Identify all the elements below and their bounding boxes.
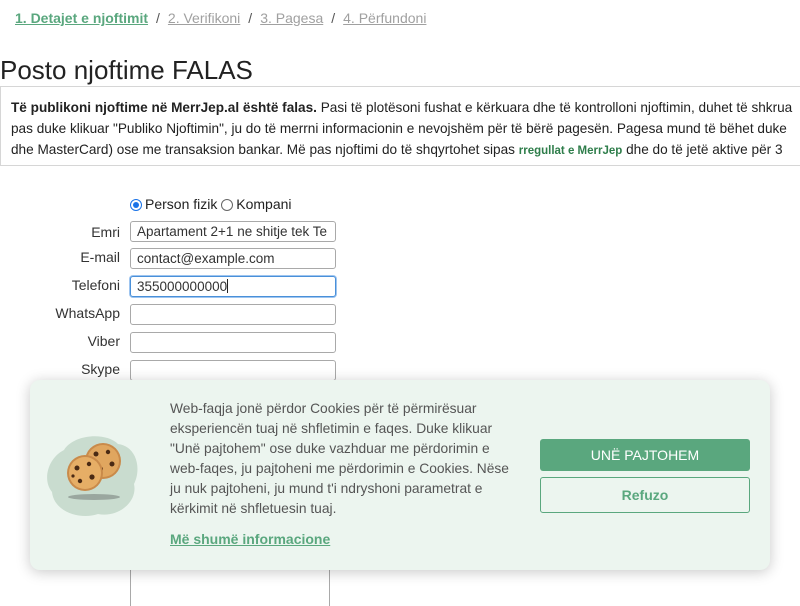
breadcrumb-step-payment[interactable]: 3. Pagesa	[260, 10, 323, 26]
info-box: Të publikoni njoftime në MerrJep.al ësht…	[0, 86, 800, 166]
radio-person[interactable]	[130, 199, 142, 211]
breadcrumb-step-verify[interactable]: 2. Verifikoni	[168, 10, 240, 26]
skype-field[interactable]	[130, 360, 336, 381]
radio-company-label: Kompani	[236, 196, 292, 212]
info-line-3: dhe MasterCard) ose me transaksion banka…	[11, 139, 800, 162]
phone-field[interactable]: 355000000000	[130, 276, 336, 297]
email-label: E-mail	[80, 249, 120, 265]
breadcrumb-separator: /	[331, 10, 336, 26]
radio-company[interactable]	[221, 199, 234, 211]
name-label: Emri	[91, 224, 120, 240]
whatsapp-label: WhatsApp	[55, 305, 120, 321]
viber-label: Viber	[87, 333, 120, 349]
info-line-3-end: dhe do të jetë aktive për 3	[622, 142, 783, 157]
cookie-agree-button[interactable]: UNË PAJTOHEM	[540, 439, 750, 471]
breadcrumb-step-details[interactable]: 1. Detajet e njoftimit	[15, 10, 148, 26]
info-line-2: pas duke klikuar "Publiko Njoftimin", ju…	[11, 121, 787, 136]
info-bold-lead: Të publikoni njoftime në MerrJep.al ësht…	[11, 100, 317, 115]
cookie-more-info-link[interactable]: Më shumë informacione	[170, 531, 330, 547]
name-field[interactable]: Apartament 2+1 ne shitje tek Te	[130, 221, 336, 242]
phone-field-value: 355000000000	[137, 279, 228, 294]
whatsapp-field[interactable]	[130, 304, 336, 325]
radio-person-label: Person fizik	[145, 196, 218, 212]
cookie-icon	[47, 436, 138, 516]
info-line-1: Të publikoni njoftime në MerrJep.al ësht…	[11, 97, 800, 118]
info-line-3-start: dhe MasterCard) ose me transaksion banka…	[11, 142, 519, 157]
breadcrumb: 1. Detajet e njoftimit / 2. Verifikoni / 3. …	[15, 10, 426, 26]
viber-field[interactable]	[130, 332, 336, 353]
cookie-refuse-button[interactable]: Refuzo	[540, 477, 750, 513]
rules-link[interactable]: rregullat e MerrJep	[519, 145, 623, 157]
breadcrumb-separator: /	[248, 10, 253, 26]
seller-type-radio-group: Person fizik Kompani	[130, 196, 292, 212]
skype-label: Skype	[81, 361, 120, 377]
phone-label: Telefoni	[71, 277, 120, 293]
text-caret	[227, 279, 229, 293]
info-line-1-rest: Pasi të plotësoni fushat e kërkuara dhe …	[316, 100, 793, 115]
cookie-message: Web-faqja jonë përdor Cookies për të për…	[170, 401, 509, 516]
page-title: Posto njoftime FALAS	[0, 55, 253, 85]
cookie-banner: Web-faqja jonë përdor Cookies për të për…	[30, 380, 770, 570]
breadcrumb-separator: /	[156, 10, 160, 26]
breadcrumb-step-finish[interactable]: 4. Përfundoni	[343, 10, 426, 26]
email-field[interactable]: contact@example.com	[130, 248, 336, 269]
